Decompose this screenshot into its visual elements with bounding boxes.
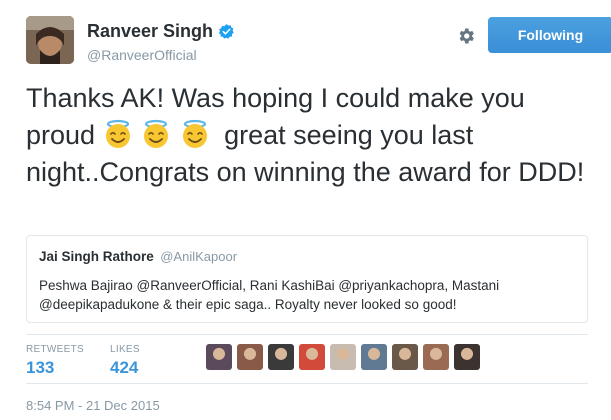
retweets-count[interactable]: 133 <box>26 358 84 378</box>
tweet-timestamp[interactable]: 8:54 PM - 21 Dec 2015 <box>26 398 160 413</box>
gear-icon[interactable] <box>456 26 476 46</box>
liker-avatar[interactable] <box>299 344 325 370</box>
liker-avatar[interactable] <box>392 344 418 370</box>
tweet-header: Ranveer Singh @RanveerOfficial Following <box>26 16 611 64</box>
quoted-tweet-text: Peshwa Bajirao @RanveerOfficial, Rani Ka… <box>39 278 500 312</box>
author-names: Ranveer Singh @RanveerOfficial <box>87 21 235 63</box>
author-handle[interactable]: @RanveerOfficial <box>87 47 235 63</box>
liker-avatar[interactable] <box>237 344 263 370</box>
quoted-tweet[interactable]: Jai Singh Rathore @AnilKapoor Peshwa Baj… <box>26 235 588 323</box>
likes-stat[interactable]: LIKES 424 <box>110 344 140 378</box>
liker-avatar[interactable] <box>361 344 387 370</box>
author-display-name[interactable]: Ranveer Singh <box>87 21 235 42</box>
likes-count[interactable]: 424 <box>110 358 140 378</box>
smiling-face-with-halo-icon <box>180 119 210 149</box>
quoted-display-name[interactable]: Jai Singh Rathore <box>39 249 154 264</box>
liker-avatar[interactable] <box>268 344 294 370</box>
author-avatar[interactable] <box>26 16 74 64</box>
retweets-stat[interactable]: RETWEETS 133 <box>26 344 84 378</box>
likes-label: LIKES <box>110 344 140 355</box>
retweets-label: RETWEETS <box>26 344 84 355</box>
verified-badge-icon <box>218 23 235 40</box>
author-name-text[interactable]: Ranveer Singh <box>87 21 213 42</box>
tweet-text: Thanks AK! Was hoping I could make you p… <box>26 80 586 191</box>
quoted-handle[interactable]: @AnilKapoor <box>160 249 237 264</box>
quoted-tweet-header: Jai Singh Rathore @AnilKapoor <box>39 248 575 266</box>
smiling-face-with-halo-icon <box>103 119 133 149</box>
liker-avatar[interactable] <box>423 344 449 370</box>
emoji-group <box>103 117 211 154</box>
liker-avatar[interactable] <box>330 344 356 370</box>
following-button[interactable]: Following <box>488 17 611 53</box>
liker-avatar[interactable] <box>206 344 232 370</box>
smiling-face-with-halo-icon <box>141 119 171 149</box>
tweet-stats: RETWEETS 133 LIKES 424 <box>26 334 588 384</box>
liker-avatars <box>206 344 485 370</box>
liker-avatar[interactable] <box>454 344 480 370</box>
